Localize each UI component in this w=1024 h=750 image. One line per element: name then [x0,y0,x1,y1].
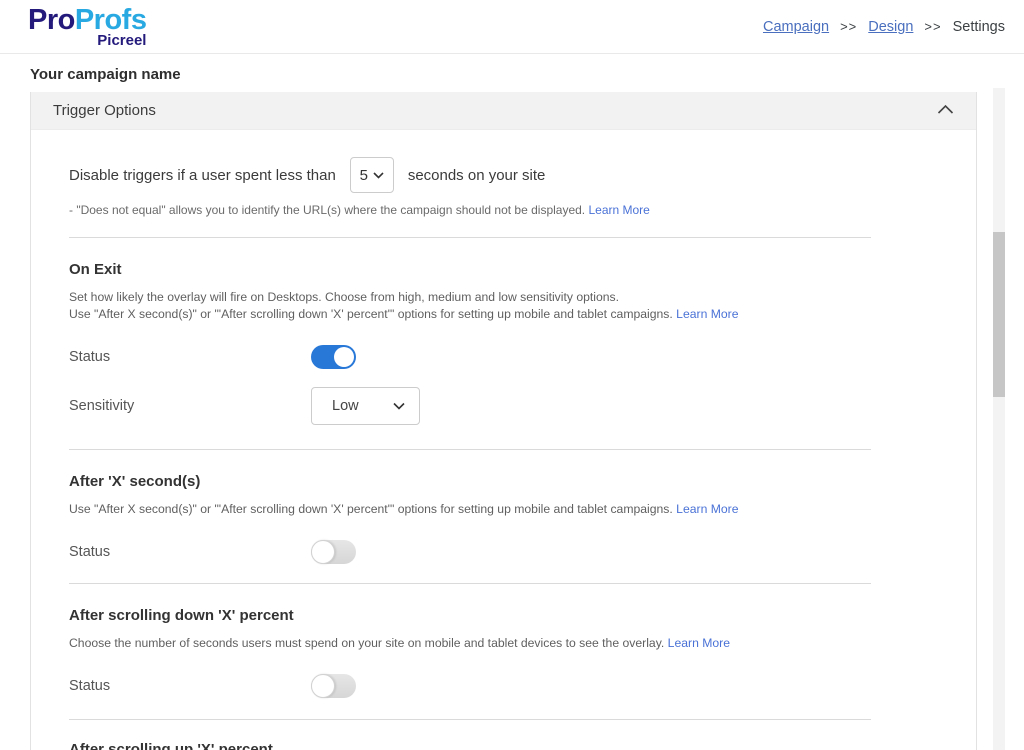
page-title: Your campaign name [30,66,1024,83]
scrollbar-thumb[interactable] [993,232,1005,397]
status-label: Status [69,349,311,365]
section-description: Use "After X second(s)" or "'After scrol… [69,501,871,518]
section-title: After scrolling down 'X' percent [69,607,871,624]
description-line: Use "After X second(s)" or "'After scrol… [69,306,871,323]
status-label: Status [69,544,311,560]
status-label: Status [69,678,311,694]
toggle-knob [311,540,335,564]
chevron-down-icon [373,172,384,179]
learn-more-link[interactable]: Learn More [676,502,738,516]
section-after-scrolling-down: After scrolling down 'X' percent Choose … [69,584,871,720]
trigger-options-panel: Trigger Options Disable triggers if a us… [30,92,977,750]
breadcrumb-separator: >> [924,19,941,34]
sensitivity-select[interactable]: Low [311,387,420,425]
logo-wordmark: ProProfs [28,6,146,35]
proprofs-picreel-logo[interactable]: ProProfs Picreel [28,6,146,48]
disable-triggers-helper: - "Does not equal" allows you to identif… [69,203,871,217]
section-title: On Exit [69,261,871,278]
breadcrumb-separator: >> [840,19,857,34]
section-title: After scrolling up 'X' percent [69,741,871,750]
seconds-select-value: 5 [360,167,368,184]
trigger-options-header[interactable]: Trigger Options [31,92,976,130]
disable-triggers-row: Disable triggers if a user spent less th… [69,157,871,193]
learn-more-link[interactable]: Learn More [676,307,738,321]
breadcrumb: Campaign >> Design >> Settings [763,19,1005,35]
status-row: Status [69,540,871,564]
learn-more-link[interactable]: Learn More [588,203,649,217]
sensitivity-label: Sensitivity [69,398,311,414]
breadcrumb-settings: Settings [953,19,1005,35]
logo-part-profs: Profs [75,4,147,36]
trigger-options-title: Trigger Options [53,102,156,119]
breadcrumb-design[interactable]: Design [868,19,913,35]
section-on-exit: On Exit Set how likely the overlay will … [69,238,871,450]
section-after-x-seconds: After 'X' second(s) Use "After X second(… [69,450,871,584]
disable-triggers-label-prefix: Disable triggers if a user spent less th… [69,167,336,184]
status-row: Status [69,674,871,698]
section-after-scrolling-up: After scrolling up 'X' percent [69,720,871,750]
sensitivity-row: Sensitivity Low [69,387,871,425]
scrollbar-track[interactable] [993,88,1005,750]
logo-subtitle: Picreel [97,33,146,48]
learn-more-link[interactable]: Learn More [668,636,730,650]
status-row: Status [69,345,871,369]
section-description: Set how likely the overlay will fire on … [69,289,871,323]
section-title: After 'X' second(s) [69,473,871,490]
after-x-seconds-status-toggle[interactable] [311,540,356,564]
helper-text: - "Does not equal" allows you to identif… [69,203,585,217]
toggle-knob [334,347,354,367]
toggle-knob [311,674,335,698]
chevron-down-icon [393,402,405,410]
chevron-up-icon[interactable] [937,102,954,120]
breadcrumb-campaign[interactable]: Campaign [763,19,829,35]
description-line: Set how likely the overlay will fire on … [69,289,871,306]
logo-part-pro: Pro [28,4,75,36]
section-description: Choose the number of seconds users must … [69,635,871,652]
seconds-select[interactable]: 5 [350,157,394,193]
disable-triggers-label-suffix: seconds on your site [408,167,546,184]
app-header: ProProfs Picreel Campaign >> Design >> S… [0,0,1024,54]
after-scrolling-down-status-toggle[interactable] [311,674,356,698]
on-exit-status-toggle[interactable] [311,345,356,369]
sensitivity-select-value: Low [332,398,359,414]
